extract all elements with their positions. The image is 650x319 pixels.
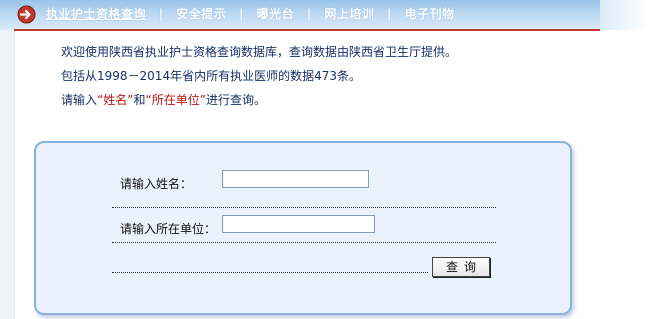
intro-text: 欢迎使用陕西省执业护士资格查询数据库，查询数据由陕西省卫生厅提供。 包括从199… <box>61 40 621 112</box>
instruction-field-name: 姓名 <box>103 93 128 107</box>
instruction-field-unit: 所在单位 <box>151 93 200 107</box>
left-strip-divider <box>14 0 15 319</box>
instruction-and: 和 <box>133 93 146 107</box>
top-nav-fade <box>600 0 650 30</box>
instruction-prefix: 请输入 <box>61 93 98 107</box>
query-submit-button[interactable]: 查询 <box>432 257 490 277</box>
name-label: 请输入姓名： <box>120 177 193 191</box>
dotted-divider <box>112 207 496 208</box>
left-strip <box>0 0 14 319</box>
intro-instruction-line: 请输入“姓名”和“所在单位”进行查询。 <box>61 88 621 112</box>
nav-separator: | <box>158 7 164 21</box>
nav-separator: | <box>387 7 392 21</box>
unit-label: 请输入所在单位： <box>120 222 217 236</box>
nav-separator: | <box>306 7 312 21</box>
nav-item-safety-tips[interactable]: 安全提示 <box>176 7 226 21</box>
instruction-suffix: 进行查询。 <box>205 93 266 107</box>
nav-item-e-journal[interactable]: 电子刊物 <box>405 7 455 21</box>
intro-count-line: 包括从1998－2014年省内所有执业医师的数据473条。 <box>61 69 361 83</box>
site-logo-icon <box>17 5 36 24</box>
top-nav-menu: 执业护士资格查询 | 安全提示 | 曝光台 | 网上培训 | 电子刊物 <box>46 5 455 22</box>
nav-item-nurse-query[interactable]: 执业护士资格查询 <box>46 7 146 21</box>
unit-input[interactable] <box>222 215 375 233</box>
intro-welcome-line: 欢迎使用陕西省执业护士资格查询数据库，查询数据由陕西省卫生厅提供。 <box>61 45 458 59</box>
name-input[interactable] <box>222 170 369 188</box>
nav-item-exposure[interactable]: 曝光台 <box>257 7 295 21</box>
nav-item-online-training[interactable]: 网上培训 <box>324 7 374 21</box>
dotted-divider <box>112 272 428 273</box>
nav-separator: | <box>238 7 244 21</box>
dotted-divider <box>112 242 496 243</box>
query-form-panel: 请输入姓名： 请输入所在单位： 查询 <box>34 141 572 315</box>
top-nav-underline <box>14 29 600 31</box>
